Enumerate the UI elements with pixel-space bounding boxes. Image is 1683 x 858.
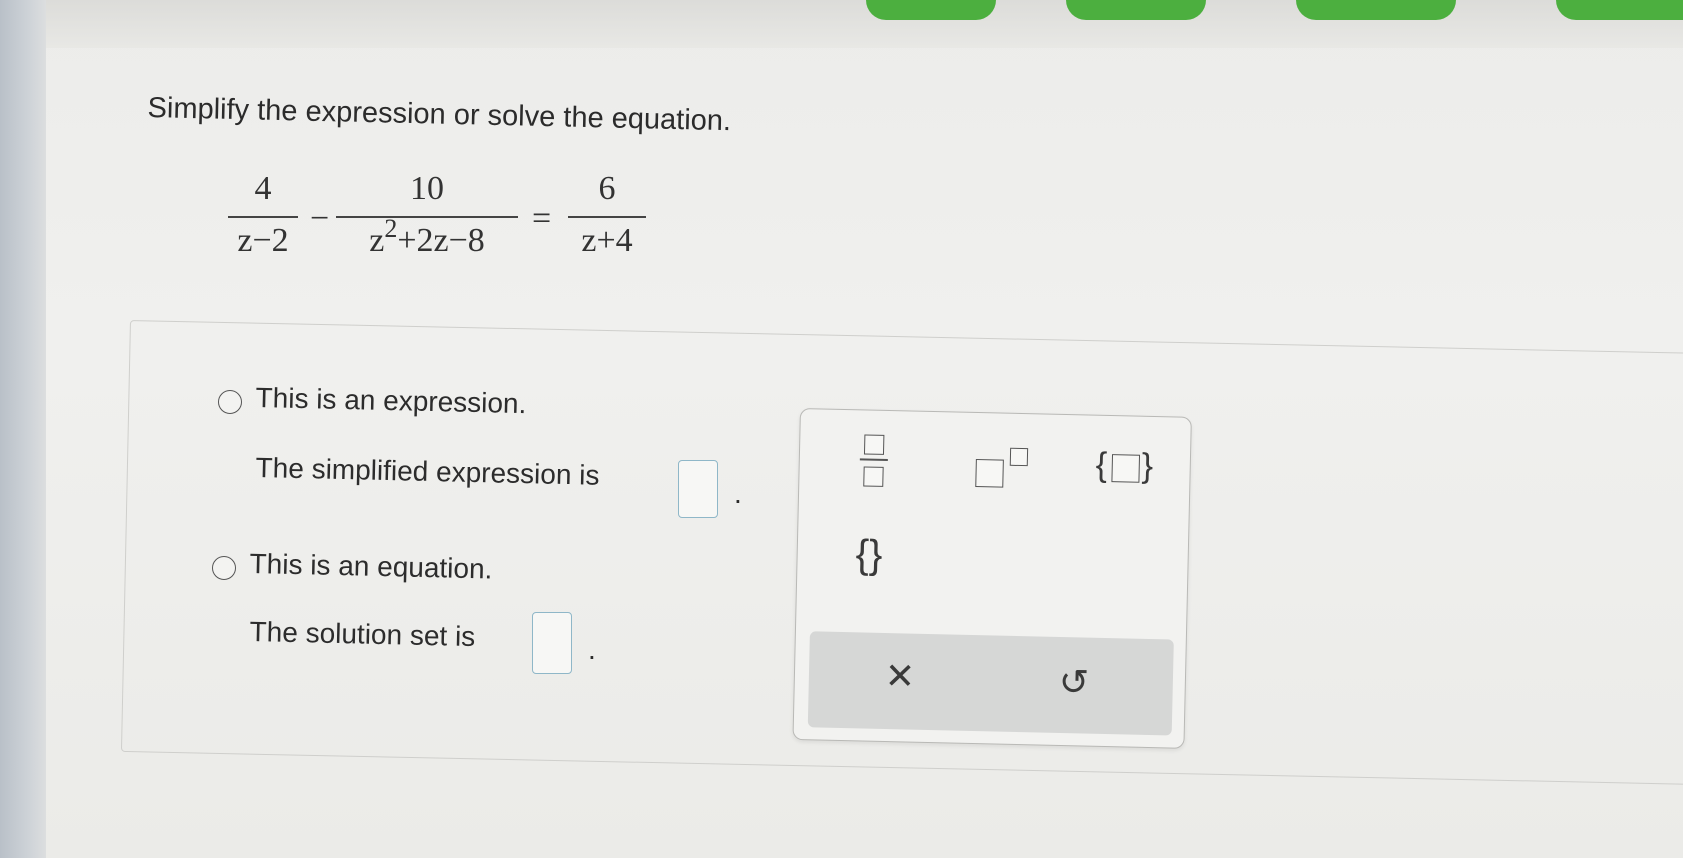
screen-edge [0, 0, 46, 858]
solution-set-input[interactable] [532, 612, 572, 674]
nav-tab-pill[interactable] [1296, 0, 1456, 20]
exponent-base-box-icon [975, 459, 1004, 488]
exponent-power-box-icon [1009, 447, 1029, 467]
minus-operator: − [310, 200, 330, 237]
period: . [588, 634, 596, 665]
denominator: z+4 [581, 222, 633, 259]
exponent-template-button[interactable] [975, 447, 1036, 488]
nav-tab-pill[interactable] [866, 0, 996, 20]
brace-close-icon: } [1141, 446, 1154, 486]
radio-equation[interactable] [212, 556, 236, 580]
denominator-rest: +2z−8 [397, 222, 485, 259]
nav-tab-pill[interactable] [1066, 0, 1206, 20]
denominator: z2+2z−8 [336, 214, 518, 260]
nav-tab-pill[interactable] [1556, 0, 1683, 20]
option-expression-label[interactable]: This is an expression. [255, 382, 526, 420]
equals-operator: = [532, 200, 552, 237]
set-braces-button[interactable]: { } [1095, 446, 1166, 492]
fraction-term-3: 6 z+4 [568, 170, 646, 260]
option-equation-label[interactable]: This is an equation. [249, 548, 492, 586]
period: . [734, 478, 742, 509]
top-navigation-bar [46, 0, 1683, 48]
palette-actions-bar: ✕ ↺ [807, 631, 1174, 736]
numerator: 10 [410, 170, 444, 207]
brace-open-icon: { [1095, 445, 1108, 484]
fraction-term-1: 4 z−2 [228, 170, 298, 260]
fraction-template-button[interactable] [859, 434, 890, 495]
set-element-box-icon [1111, 454, 1141, 483]
fraction-term-2: 10 z2+2z−8 [336, 170, 518, 260]
fraction-denominator-box-icon [863, 466, 884, 487]
solution-set-text: The solution set is [249, 616, 476, 653]
numerator: 4 [254, 170, 272, 207]
fraction-numerator-box-icon [863, 434, 885, 455]
numerator: 6 [598, 170, 616, 207]
fraction-bar-icon [859, 458, 888, 462]
math-palette: { } {} ✕ ↺ [792, 408, 1192, 749]
undo-icon[interactable]: ↺ [1058, 661, 1089, 704]
empty-set-button[interactable]: {} [855, 532, 883, 578]
denominator-exponent: 2 [384, 214, 398, 243]
denominator-base: z [369, 222, 385, 259]
radio-expression[interactable] [218, 390, 242, 414]
simplified-expression-input[interactable] [678, 460, 718, 518]
clear-icon[interactable]: ✕ [884, 655, 915, 698]
denominator: z−2 [237, 222, 289, 259]
